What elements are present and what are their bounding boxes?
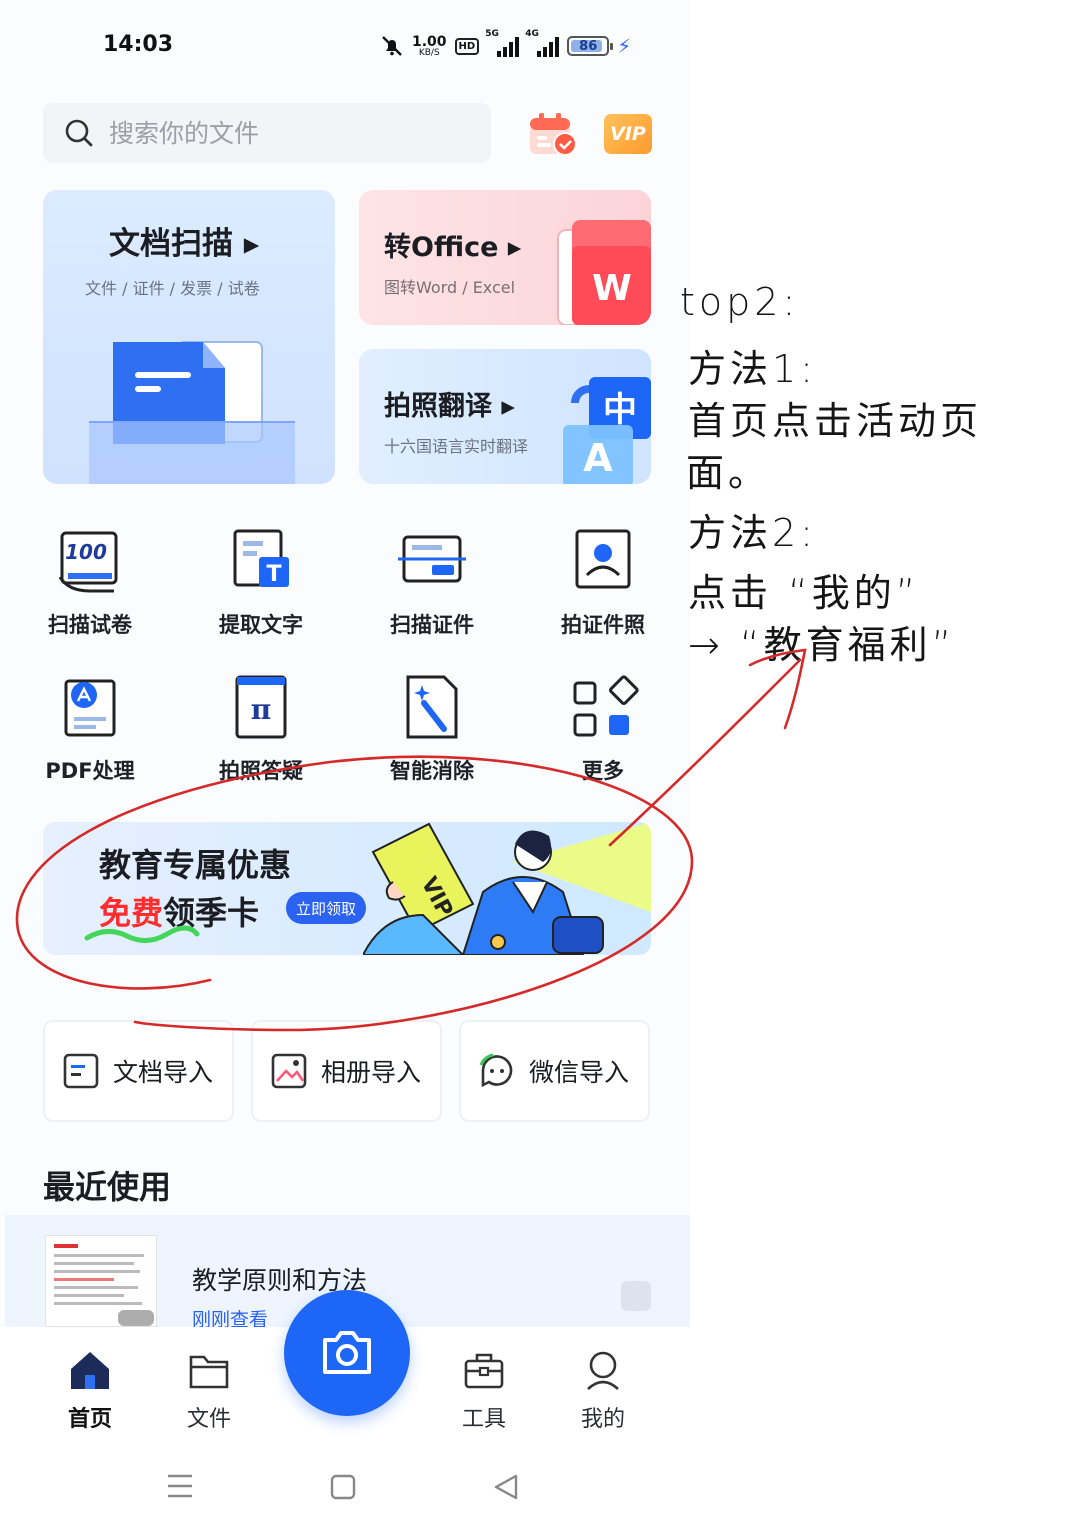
text-badge-text: T — [266, 562, 281, 587]
text-extract-icon: T — [233, 529, 289, 587]
tool-pdf[interactable]: PDF处理 — [25, 673, 155, 793]
more-grid-icon — [573, 675, 639, 737]
home-square-icon[interactable] — [330, 1474, 356, 1500]
word-badge-text: W — [592, 268, 632, 309]
wechat-import-icon — [479, 1053, 513, 1088]
vip-button[interactable]: VIP — [604, 114, 652, 154]
search-bar[interactable] — [43, 103, 491, 163]
tool-text-extract[interactable]: T 提取文字 — [196, 527, 326, 647]
education-promo-banner[interactable]: 教育专属优惠 免费领季卡 立即领取 VIP — [43, 822, 651, 955]
photo-translate-title: 拍照翻译 ▸ — [384, 391, 515, 422]
exam-scan-icon: 100 — [58, 531, 118, 593]
recents-menu-icon[interactable] — [168, 1474, 192, 1498]
word-file-icon: W — [557, 220, 651, 325]
green-underline-decoration — [84, 925, 200, 943]
camera-button[interactable] — [284, 1290, 410, 1416]
charging-icon: ⚡ — [617, 34, 632, 58]
album-import-icon — [271, 1053, 307, 1089]
file-more-button[interactable] — [621, 1281, 651, 1311]
english-badge-text: A — [583, 436, 613, 480]
to-office-subtitle: 图转Word / Excel — [384, 278, 516, 297]
status-icons: 1.00 KB/S HD 5G 4G 86 ⚡ — [380, 29, 632, 62]
pdf-icon — [64, 679, 116, 737]
document-scan-card[interactable]: 文档扫描 ▸ 文件 / 证件 / 发票 / 试卷 — [43, 190, 335, 484]
toolbox-icon — [464, 1353, 504, 1389]
to-office-card[interactable]: 转Office ▸ 图转Word / Excel W — [359, 190, 651, 325]
photo-translate-subtitle: 十六国语言实时翻译 — [384, 437, 529, 456]
vip-card-illustration: VIP — [363, 822, 651, 955]
battery-icon: 86 — [567, 36, 614, 56]
promo-headline: 教育专属优惠 — [99, 846, 292, 884]
hd-badge: HD — [454, 37, 480, 55]
signal-5g-icon: 5G — [485, 29, 520, 57]
signal-4g-icon: 4G — [525, 29, 560, 57]
album-import-button[interactable]: 相册导入 — [251, 1020, 442, 1122]
folder-icon — [189, 1355, 229, 1389]
photo-translate-card[interactable]: 拍照翻译 ▸ 十六国语言实时翻译 中 A — [359, 349, 651, 484]
search-input[interactable] — [109, 118, 459, 148]
tool-smart-erase[interactable]: 智能消除 — [367, 673, 497, 793]
nav-home[interactable]: 首页 — [40, 1347, 140, 1433]
exam-score-text: 100 — [65, 540, 107, 564]
document-import-icon — [63, 1053, 99, 1089]
photo-qa-icon: π — [235, 675, 287, 739]
calendar-check-icon[interactable] — [527, 110, 579, 158]
document-import-button[interactable]: 文档导入 — [43, 1020, 234, 1122]
document-scan-subtitle: 文件 / 证件 / 发票 / 试卷 — [85, 279, 260, 298]
translate-icon: 中 A — [563, 377, 651, 484]
system-navigation-bar — [168, 1474, 518, 1500]
document-scan-illustration — [89, 341, 295, 484]
recent-section-title: 最近使用 — [43, 1168, 172, 1206]
bell-off-icon — [382, 36, 402, 56]
user-icon — [587, 1351, 619, 1390]
nav-mine[interactable]: 我的 — [553, 1347, 653, 1433]
app-screen: 14:03 1.00 KB/S HD 5G 4G 86 ⚡ 搜索你的文件 VIP… — [0, 0, 690, 1529]
nav-tools[interactable]: 工具 — [434, 1347, 534, 1433]
camera-icon — [323, 1331, 371, 1374]
chinese-badge-text: 中 — [603, 390, 637, 430]
tool-exam-scan[interactable]: 100 扫描试卷 — [25, 527, 155, 647]
tool-more[interactable]: 更多 — [538, 673, 668, 793]
tool-photo-qa[interactable]: π 拍照答疑 — [196, 673, 326, 793]
document-scan-title: 文档扫描 ▸ — [109, 226, 260, 262]
network-speed: 1.00 KB/S — [412, 33, 447, 58]
search-icon — [65, 119, 93, 147]
tool-id-photo[interactable]: 拍证件照 — [538, 527, 668, 647]
id-photo-icon — [575, 529, 631, 589]
nav-files[interactable]: 文件 — [159, 1347, 259, 1433]
status-bar: 14:03 1.00 KB/S HD 5G 4G 86 ⚡ — [0, 0, 690, 90]
to-office-title: 转Office ▸ — [384, 232, 522, 263]
wechat-import-button[interactable]: 微信导入 — [459, 1020, 650, 1122]
back-triangle-icon[interactable] — [494, 1474, 518, 1500]
file-thumbnail — [45, 1235, 157, 1327]
smart-erase-icon — [406, 675, 458, 739]
home-icon — [71, 1352, 109, 1389]
claim-now-button[interactable]: 立即领取 — [286, 892, 367, 924]
status-time: 14:03 — [103, 32, 174, 57]
id-scan-icon — [398, 535, 466, 583]
pi-badge-text: π — [251, 693, 272, 726]
tool-id-scan[interactable]: 扫描证件 — [367, 527, 497, 647]
